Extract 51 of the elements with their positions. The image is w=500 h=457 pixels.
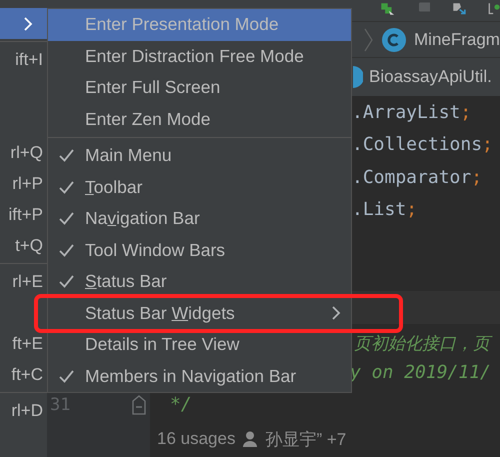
menu-item[interactable]: rl+E [0,266,47,297]
menu-label: Tool Window Bars [85,240,226,261]
menu-item[interactable]: Enter Zen Mode [48,104,351,135]
menu-label: Enter Distraction Free Mode [85,46,305,67]
author-link[interactable]: 孙显宇” +7 [265,428,346,450]
menu-item[interactable]: rl+Q [0,137,47,168]
shortcut-text: ift+P [8,204,43,224]
menu-label: Members in Navigation Bar [85,366,298,387]
menu-item[interactable]: Navigation Bar [48,203,351,234]
shortcut-text: rl+E [12,272,43,292]
menu-item[interactable]: t+Q [0,230,47,261]
shortcut-text: rl+Q [10,142,43,162]
menu-label: Navigation Bar [85,208,201,230]
menu-label: Enter Full Screen [85,77,222,98]
breadcrumb-item[interactable]: MineFragm [414,30,500,50]
menu-item[interactable]: ft+C [0,359,47,390]
editor-tab[interactable]: BioassayApiUtil. [353,58,500,96]
code-line: .Collections; [352,134,493,156]
shortcut-text: rl+D [11,400,43,420]
shortcut-text: rl+P [12,174,43,194]
shortcut-text: ft+C [11,364,43,384]
menu-item[interactable]: rl+D [0,395,47,426]
menu-item[interactable]: rl+P [0,168,47,199]
menu-item[interactable]: Enter Distraction Free Mode [48,40,351,72]
menu-label: Enter Presentation Mode [85,14,280,36]
menu-item[interactable]: ift+I [0,44,47,75]
usages-link[interactable]: 16 usages [157,429,236,449]
menu-item[interactable]: Members in Navigation Bar [48,360,351,392]
menu-item[interactable]: ft+E [0,328,47,359]
code-line: .Comparator; [352,166,482,188]
menu-item[interactable]: Details in Tree View [48,329,351,360]
menu-item[interactable]: Toolbar [48,172,351,203]
menu-label: Toolbar [85,176,144,198]
shortcut-text: ft+E [12,334,43,354]
comment-line: 页初始化接口，页 [354,335,490,354]
comment-line: */ [170,394,192,416]
menu-item[interactable]: Status Bar [48,266,351,298]
menu-item[interactable]: ift+P [0,199,47,230]
menu-item[interactable]: Status Bar Widgets [48,298,351,329]
menu-label: Status Bar [85,271,168,292]
code-line: .ArrayList; [352,102,472,123]
code-line: .List; [352,199,418,220]
menu-label: Enter Zen Mode [85,108,212,130]
menu-item[interactable]: Enter Full Screen [48,72,351,104]
menu-item[interactable]: Main Menu [48,140,351,172]
menu-item[interactable]: Tool Window Bars [48,234,351,266]
shortcut-text: t+Q [15,236,43,256]
menu-label: Details in Tree View [85,334,240,356]
menu-label: Status Bar Widgets [85,302,236,324]
menu-label: Main Menu [85,145,173,166]
shortcut-text: ift+I [15,50,43,70]
